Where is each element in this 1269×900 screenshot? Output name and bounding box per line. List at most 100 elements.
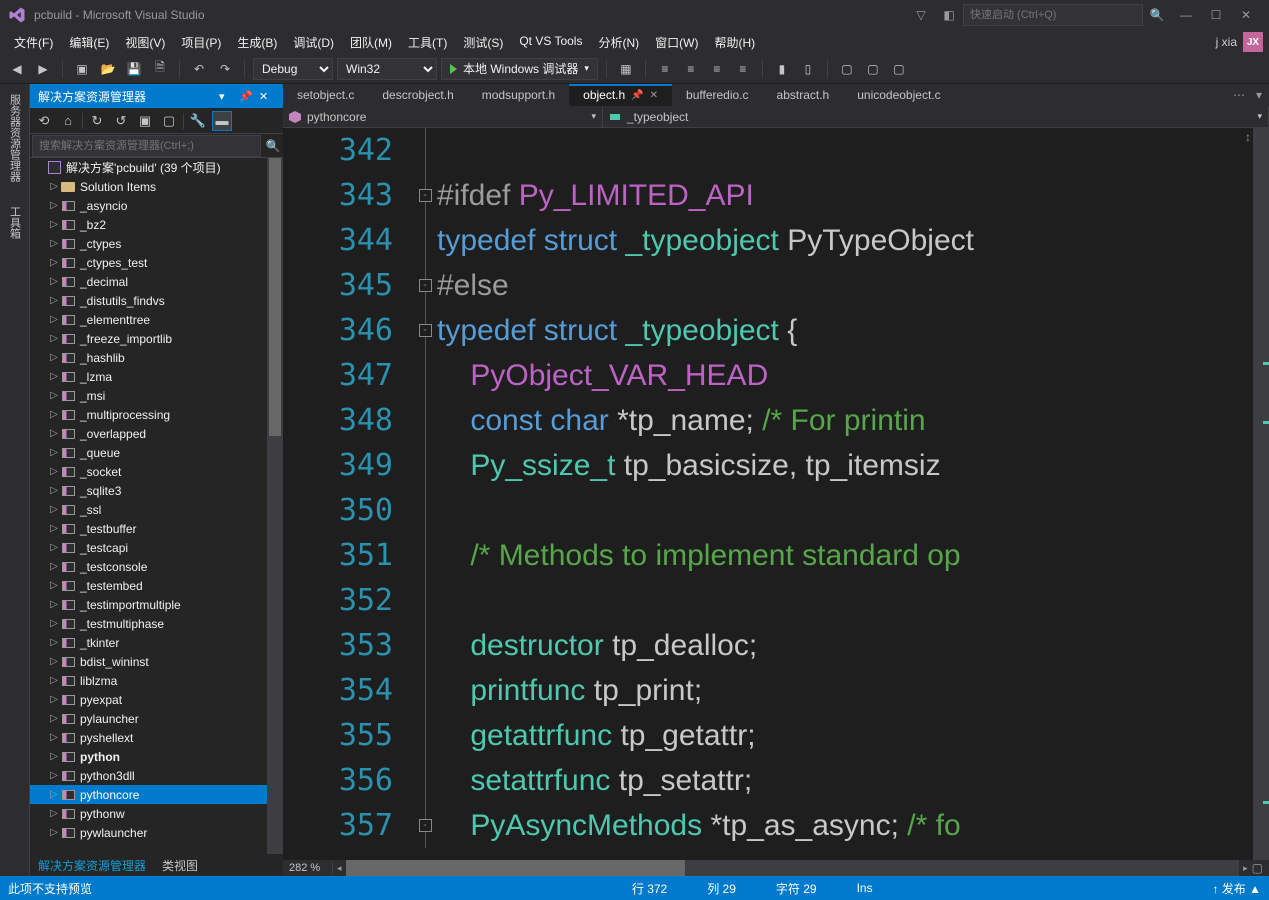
toolbar-btn-4[interactable]: ▢ (862, 58, 884, 80)
nav-scope-combo[interactable]: pythoncore▾ (283, 106, 603, 127)
nav-fwd-button[interactable]: ▶ (32, 58, 54, 80)
tree-item-pywlauncher[interactable]: ▷pywlauncher (30, 823, 283, 842)
menu-工具[interactable]: 工具(T) (400, 31, 455, 54)
tree-item-pythonw[interactable]: ▷pythonw (30, 804, 283, 823)
uncomment-button[interactable]: ≡ (732, 58, 754, 80)
config-select[interactable]: Debug (253, 58, 333, 80)
tree-item-elementtree[interactable]: ▷_elementtree (30, 310, 283, 329)
menu-文件[interactable]: 文件(F) (6, 31, 61, 54)
file-tab-descrobject-h[interactable]: descrobject.h (368, 84, 467, 106)
maximize-button[interactable]: ☐ (1201, 2, 1231, 28)
split-button[interactable]: ▢ (1252, 861, 1263, 875)
tab-overflow-button[interactable]: ⋯ (1229, 88, 1249, 102)
menu-视图[interactable]: 视图(V) (117, 31, 173, 54)
tree-item-tkinter[interactable]: ▷_tkinter (30, 633, 283, 652)
tree-item-overlapped[interactable]: ▷_overlapped (30, 424, 283, 443)
menu-团队[interactable]: 团队(M) (342, 31, 400, 54)
menu-编辑[interactable]: 编辑(E) (61, 31, 117, 54)
file-tab-setobject-c[interactable]: setobject.c (283, 84, 368, 106)
file-tab-object-h[interactable]: object.h📌✕ (569, 84, 672, 106)
notifications-icon[interactable]: ▽ (909, 3, 933, 27)
tree-item-decimal[interactable]: ▷_decimal (30, 272, 283, 291)
tree-scrollbar[interactable] (267, 158, 283, 854)
rail-server-explorer[interactable]: 服务器资源管理器 (5, 88, 25, 188)
close-button[interactable]: ✕ (1231, 2, 1261, 28)
search-icon[interactable]: 🔍 (263, 139, 283, 153)
toolbar-btn-3[interactable]: ▢ (836, 58, 858, 80)
user-name[interactable]: j xia (1216, 35, 1237, 49)
hscroll-right-icon[interactable]: ▸ (1243, 863, 1248, 874)
tree-item-hashlib[interactable]: ▷_hashlib (30, 348, 283, 367)
file-tab-abstract-h[interactable]: abstract.h (763, 84, 844, 106)
code-editor[interactable]: ↕ 34234334434534634734834935035135235335… (283, 128, 1269, 860)
file-tab-bufferedio-c[interactable]: bufferedio.c (672, 84, 763, 106)
tree-item-pyexpat[interactable]: ▷pyexpat (30, 690, 283, 709)
sync-button[interactable]: ↻ (87, 111, 107, 131)
refresh-button[interactable]: ↺ (111, 111, 131, 131)
panel-pin-icon[interactable]: 📌 (239, 90, 255, 103)
tree-item-multiprocessing[interactable]: ▷_multiprocessing (30, 405, 283, 424)
toolbar-btn-5[interactable]: ▢ (888, 58, 910, 80)
toolbar-btn-2[interactable]: ▯ (797, 58, 819, 80)
save-all-button[interactable]: 🗎 (149, 58, 171, 80)
menu-帮助[interactable]: 帮助(H) (706, 31, 763, 54)
tree-item-bdistwininst[interactable]: ▷bdist_wininst (30, 652, 283, 671)
indent-less-button[interactable]: ≡ (654, 58, 676, 80)
menu-窗口[interactable]: 窗口(W) (647, 31, 706, 54)
redo-button[interactable]: ↷ (214, 58, 236, 80)
collapse-button[interactable]: ▣ (135, 111, 155, 131)
platform-select[interactable]: Win32 (337, 58, 437, 80)
tree-item-distutilsfindvs[interactable]: ▷_distutils_findvs (30, 291, 283, 310)
toolbar-btn-1[interactable]: ▦ (615, 58, 637, 80)
indent-more-button[interactable]: ≡ (680, 58, 702, 80)
bookmark-button[interactable]: ▮ (771, 58, 793, 80)
tree-item-ssl[interactable]: ▷_ssl (30, 500, 283, 519)
tree-item-python[interactable]: ▷python (30, 747, 283, 766)
home-icon[interactable]: ⌂ (58, 111, 78, 131)
tree-item-testcapi[interactable]: ▷_testcapi (30, 538, 283, 557)
show-all-button[interactable]: ▢ (159, 111, 179, 131)
editor-vscrollbar[interactable] (1253, 128, 1269, 860)
rail-toolbox[interactable]: 工具箱 (5, 200, 25, 245)
hscroll-left-icon[interactable]: ◂ (337, 863, 342, 874)
home-button[interactable]: ⟲ (34, 111, 54, 131)
tab-class-view[interactable]: 类视图 (154, 854, 206, 876)
tree-item-freezeimportlib[interactable]: ▷_freeze_importlib (30, 329, 283, 348)
editor-hscrollbar[interactable] (346, 860, 1240, 876)
file-tab-unicodeobject-c[interactable]: unicodeobject.c (843, 84, 954, 106)
tree-item-socket[interactable]: ▷_socket (30, 462, 283, 481)
zoom-level[interactable]: 282 % (283, 862, 333, 874)
tree-item-pcbuild39[interactable]: 解决方案'pcbuild' (39 个项目) (30, 158, 283, 177)
tree-item-lzma[interactable]: ▷_lzma (30, 367, 283, 386)
quick-launch-input[interactable] (963, 4, 1143, 26)
nav-back-button[interactable]: ◀ (6, 58, 28, 80)
panel-close-icon[interactable]: ✕ (259, 90, 275, 103)
undo-button[interactable]: ↶ (188, 58, 210, 80)
menu-Qt VS Tools[interactable]: Qt VS Tools (511, 31, 590, 54)
file-tab-modsupport-h[interactable]: modsupport.h (468, 84, 569, 106)
user-avatar[interactable]: JX (1243, 32, 1263, 52)
open-file-button[interactable]: 📂 (97, 58, 119, 80)
preview-button[interactable]: ▬ (212, 111, 232, 131)
tree-item-ctypes[interactable]: ▷_ctypes (30, 234, 283, 253)
tree-item-liblzma[interactable]: ▷liblzma (30, 671, 283, 690)
feedback-icon[interactable]: ◧ (937, 3, 961, 27)
properties-button[interactable]: 🔧 (188, 111, 208, 131)
tab-solution-explorer[interactable]: 解决方案资源管理器 (30, 854, 154, 876)
menu-生成[interactable]: 生成(B) (229, 31, 285, 54)
tree-item-testconsole[interactable]: ▷_testconsole (30, 557, 283, 576)
nav-member-combo[interactable]: _typeobject▾ (603, 106, 1269, 127)
menu-项目[interactable]: 项目(P) (173, 31, 229, 54)
tree-item-SolutionItems[interactable]: ▷Solution Items (30, 177, 283, 196)
tree-item-testbuffer[interactable]: ▷_testbuffer (30, 519, 283, 538)
panel-menu-icon[interactable]: ▾ (219, 90, 235, 103)
tree-item-testmultiphase[interactable]: ▷_testmultiphase (30, 614, 283, 633)
menu-测试[interactable]: 测试(S) (455, 31, 511, 54)
new-project-button[interactable]: ▣ (71, 58, 93, 80)
comment-button[interactable]: ≡ (706, 58, 728, 80)
tree-item-pythoncore[interactable]: ▷pythoncore (30, 785, 283, 804)
tree-item-python3dll[interactable]: ▷python3dll (30, 766, 283, 785)
search-icon[interactable]: 🔍 (1145, 3, 1169, 27)
tree-item-msi[interactable]: ▷_msi (30, 386, 283, 405)
minimize-button[interactable]: — (1171, 2, 1201, 28)
